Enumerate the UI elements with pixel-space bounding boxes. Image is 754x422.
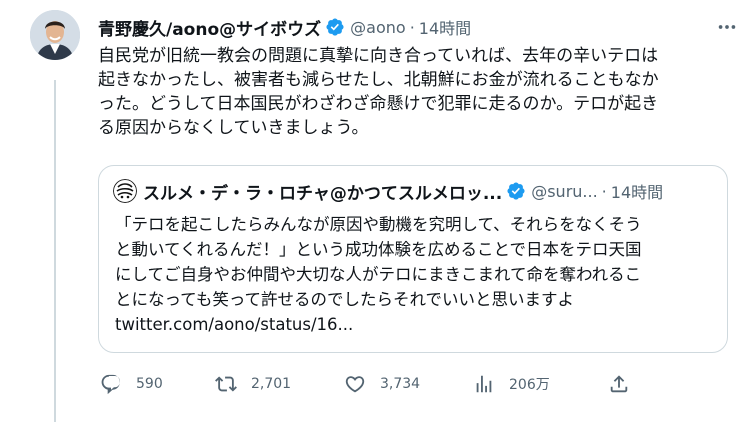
- heart-icon: [345, 376, 365, 393]
- views-count: 206万: [509, 377, 550, 393]
- views-icon: [476, 375, 492, 393]
- author-avatar[interactable]: [30, 10, 80, 60]
- separator-dot: ·: [601, 181, 607, 201]
- tweet-body-line: った。どうして日本国民がわざわざ命懸けで犯罪に走るのか。テロが起き: [98, 94, 659, 114]
- verified-badge-icon: [506, 181, 526, 201]
- tweet-body-line: 起きなかったし、被害者も減らせたし、北朝鮮にお金が流れることもなか: [98, 70, 659, 90]
- quoted-tweet-link[interactable]: twitter.com/aono/status/16...: [115, 312, 715, 337]
- quoted-tweet-line: と動いてくれるんだ！」という成功体験を広めることで日本をテロ天国: [115, 240, 642, 259]
- quoted-tweet-line: にしてご自身やお仲間や大切な人がテロにまきこまれて命を奪われるこ: [115, 265, 642, 284]
- author-name[interactable]: 青野慶久/aono@サイボウズ: [98, 15, 321, 40]
- reply-icon: [101, 374, 120, 395]
- quoted-tweet-body: 「テロを起こしたらみんなが原因や動機を究明して、それらをなくそう と動いてくれる…: [115, 212, 715, 337]
- author-handle[interactable]: @aono: [350, 18, 406, 37]
- tweet-header: 青野慶久/aono@サイボウズ @aono · 14時間: [98, 14, 738, 40]
- separator-dot: ·: [409, 17, 415, 37]
- retweet-button[interactable]: 2,701: [215, 370, 291, 398]
- share-button[interactable]: [608, 370, 644, 398]
- tweet-timestamp[interactable]: 14時間: [419, 15, 471, 39]
- quoted-author-handle[interactable]: @suru...: [531, 182, 597, 201]
- quoted-author-name[interactable]: スルメ・デ・ラ・ロチャ@かつてスルメロッ...: [143, 179, 502, 204]
- quoted-author-avatar[interactable]: [113, 179, 137, 203]
- author-avatar-image: [30, 10, 80, 60]
- like-button[interactable]: 3,734: [344, 370, 420, 398]
- thread-connector-line: [54, 80, 56, 422]
- more-icon[interactable]: [716, 16, 738, 38]
- like-count: 3,734: [380, 376, 421, 392]
- views-button[interactable]: 206万: [473, 370, 550, 398]
- reply-count: 590: [136, 376, 163, 392]
- retweet-icon: [215, 376, 237, 392]
- tweet-body: 自民党が旧統一教会の問題に真摯に向き合っていれば、去年の辛いテロは 起きなかった…: [98, 44, 738, 140]
- quoted-tweet-header: スルメ・デ・ラ・ロチャ@かつてスルメロッ... @suru... · 14時間: [113, 178, 715, 204]
- reply-button[interactable]: 590: [100, 370, 163, 398]
- tweet-body-line: る原因からなくしていきましょう。: [98, 118, 369, 138]
- tweet-body-line: 自民党が旧統一教会の問題に真摯に向き合っていれば、去年の辛いテロは: [98, 46, 659, 66]
- quoted-tweet-line: とになっても笑って許せるのでしたらそれでいいと思いますよ: [115, 290, 575, 309]
- tweet-action-bar: 590 2,701 3,734 206万: [98, 370, 658, 398]
- quoted-tweet-line: 「テロを起こしたらみんなが原因や動機を究明して、それらをなくそう: [115, 215, 642, 234]
- quoted-tweet-card[interactable]: スルメ・デ・ラ・ロチャ@かつてスルメロッ... @suru... · 14時間 …: [98, 165, 728, 353]
- verified-badge-icon: [325, 17, 345, 37]
- quoted-tweet-timestamp[interactable]: 14時間: [611, 179, 663, 203]
- retweet-count: 2,701: [251, 376, 292, 392]
- share-icon: [610, 375, 628, 393]
